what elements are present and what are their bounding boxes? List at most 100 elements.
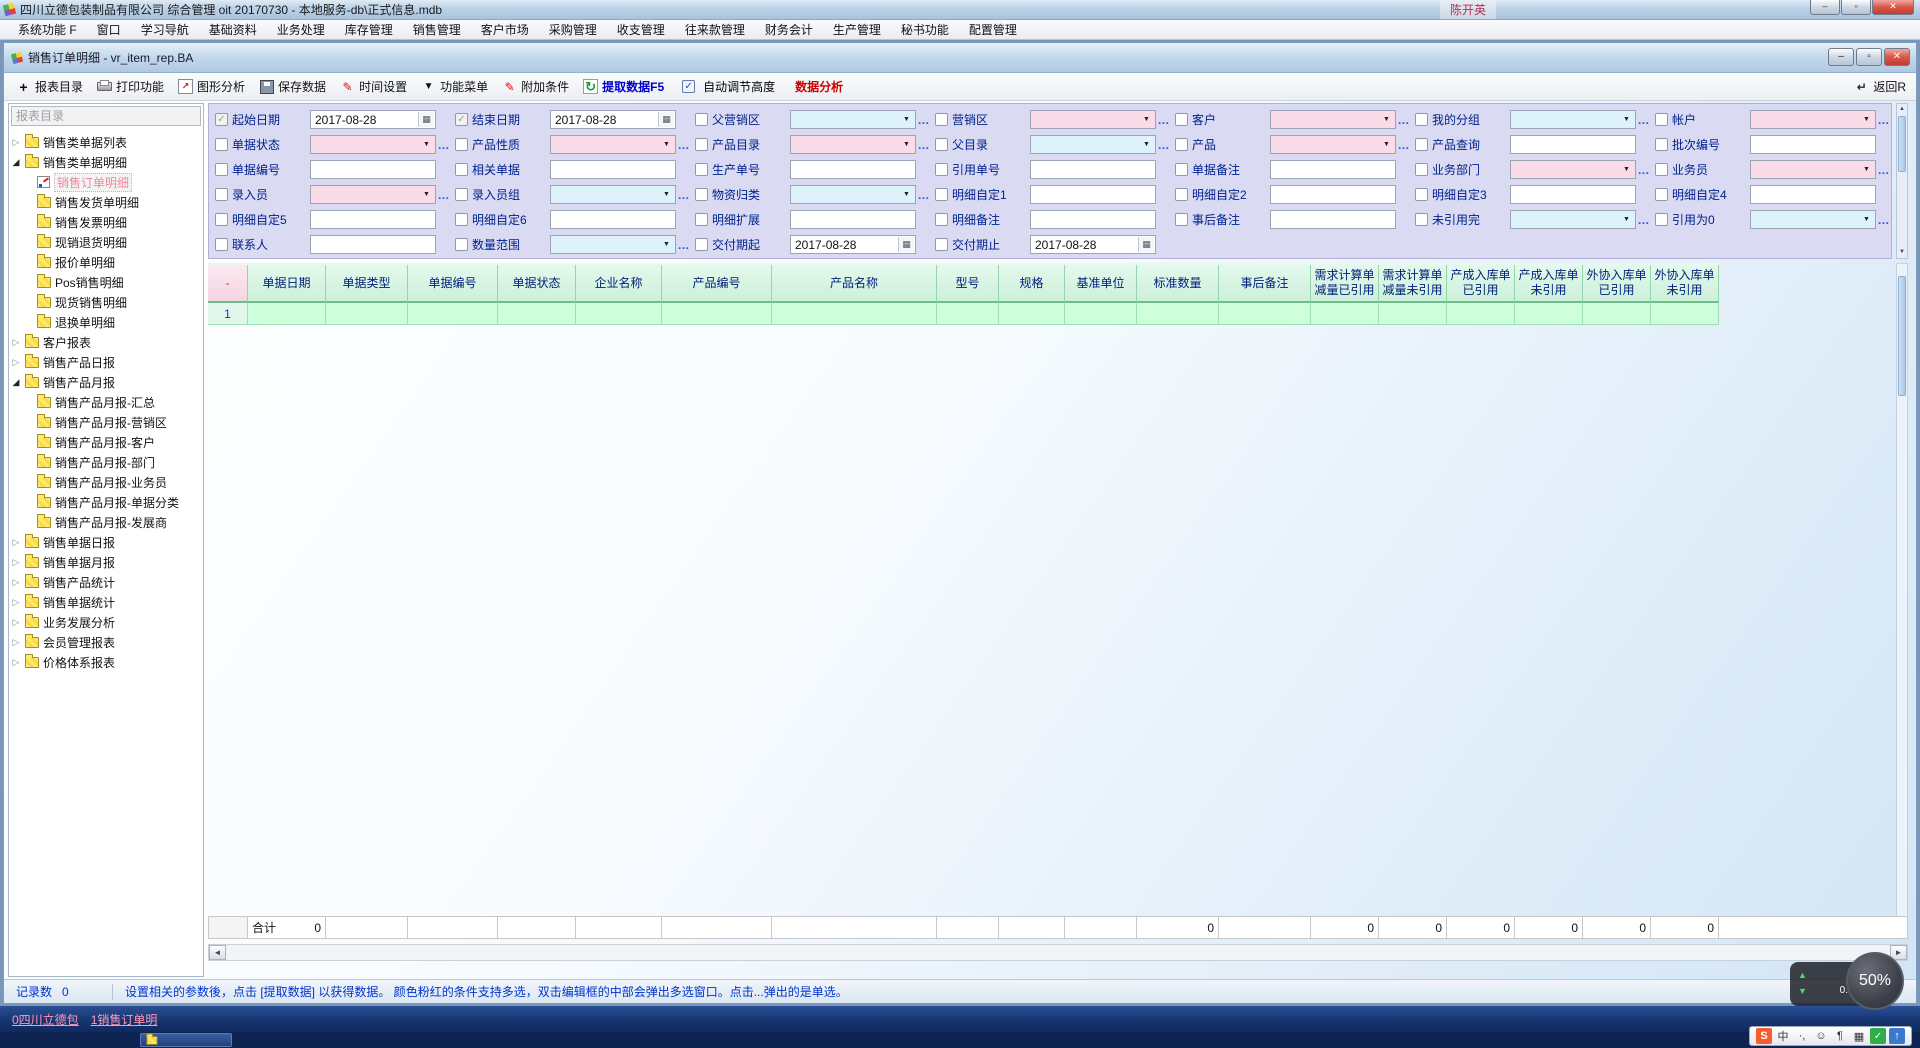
checkbox[interactable] — [695, 238, 708, 251]
text-field[interactable] — [1510, 135, 1636, 154]
column-header[interactable]: 标准数量 — [1137, 265, 1219, 303]
multiselect-dots-button[interactable]: … — [676, 238, 692, 252]
window-tab[interactable]: 0四川立德包 — [12, 1011, 79, 1028]
expand-icon[interactable]: ▷ — [11, 537, 21, 548]
grid-cell[interactable] — [1583, 303, 1651, 325]
column-header[interactable]: 产成入库单 未引用 — [1515, 265, 1583, 303]
filter-scrollbar[interactable]: ▲ ▼ — [1896, 103, 1908, 259]
menu-item-窗口[interactable]: 窗口 — [87, 19, 131, 40]
tree-node[interactable]: 销售产品月报-部门 — [11, 452, 203, 472]
select-field[interactable]: ▼ — [1510, 210, 1636, 229]
dropdown-arrow-icon[interactable]: ▼ — [1619, 112, 1634, 127]
multiselect-dots-button[interactable]: … — [1636, 113, 1652, 127]
tree-node[interactable]: 销售产品月报-汇总 — [11, 392, 203, 412]
tree-node[interactable]: ▷业务发展分析 — [11, 612, 203, 632]
checkbox[interactable] — [1655, 213, 1668, 226]
grid-cell[interactable] — [498, 303, 576, 325]
tree-node[interactable]: ▷价格体系报表 — [11, 652, 203, 672]
tree-node[interactable]: ◢销售类单据明细 — [11, 152, 203, 172]
multiselect-dots-button[interactable]: … — [1636, 213, 1652, 227]
text-field[interactable] — [790, 210, 916, 229]
checkbox[interactable] — [455, 163, 468, 176]
checkbox[interactable] — [935, 238, 948, 251]
column-header[interactable]: 需求计算单 减量未引用 — [1379, 265, 1447, 303]
grid-cell[interactable] — [1137, 303, 1219, 325]
grid-horizontal-scrollbar[interactable]: ◄ ► — [208, 944, 1908, 961]
date-field[interactable]: 2017-08-28▦ — [1030, 235, 1156, 254]
checkbox[interactable] — [215, 163, 228, 176]
scroll-left-icon[interactable]: ◄ — [209, 945, 226, 960]
select-field[interactable]: ▼ — [310, 135, 436, 154]
text-field[interactable] — [550, 160, 676, 179]
menu-item-财务会计[interactable]: 财务会计 — [755, 19, 823, 40]
dropdown-arrow-icon[interactable]: ▼ — [659, 187, 674, 202]
dropdown-arrow-icon[interactable]: ▼ — [1859, 112, 1874, 127]
tree-node[interactable]: Pos销售明细 — [11, 272, 203, 292]
dropdown-arrow-icon[interactable]: ▼ — [899, 112, 914, 127]
emoji-icon[interactable]: ☺ — [1813, 1028, 1829, 1044]
menu-item-业务处理[interactable]: 业务处理 — [267, 19, 335, 40]
checkbox[interactable] — [1175, 163, 1188, 176]
select-field[interactable]: ▼ — [550, 235, 676, 254]
checkbox-checked[interactable]: ✓ — [455, 113, 468, 126]
select-field[interactable]: ▼ — [790, 185, 916, 204]
column-header[interactable]: 单据状态 — [498, 265, 576, 303]
checkbox[interactable] — [1415, 113, 1428, 126]
multiselect-dots-button[interactable]: … — [1876, 163, 1892, 177]
expand-icon[interactable]: ▷ — [11, 137, 21, 148]
collapse-icon[interactable]: ◢ — [11, 377, 21, 388]
menu-item-基础资料[interactable]: 基础资料 — [199, 19, 267, 40]
text-field[interactable] — [1750, 135, 1876, 154]
multiselect-dots-button[interactable]: … — [676, 188, 692, 202]
column-header[interactable]: 需求计算单 减量已引用 — [1311, 265, 1379, 303]
auto-height-toggle[interactable]: ✓自动调节高度 — [672, 75, 783, 98]
dropdown-arrow-icon[interactable]: ▼ — [659, 237, 674, 252]
checkbox[interactable] — [695, 113, 708, 126]
checkbox[interactable] — [455, 213, 468, 226]
grid-cell[interactable] — [408, 303, 498, 325]
expand-icon[interactable]: ▷ — [11, 597, 21, 608]
tree-node[interactable]: 销售产品月报-客户 — [11, 432, 203, 452]
checkbox[interactable] — [1415, 188, 1428, 201]
column-header[interactable]: 单据日期 — [248, 265, 326, 303]
grid-cell[interactable] — [1219, 303, 1311, 325]
toolbar-report-catalog-button[interactable]: +报表目录 — [10, 75, 89, 98]
checkbox-checked[interactable]: ✓ — [215, 113, 228, 126]
dropdown-arrow-icon[interactable]: ▼ — [1859, 212, 1874, 227]
dropdown-arrow-icon[interactable]: ▼ — [659, 137, 674, 152]
arrow-up-icon[interactable]: ↑ — [1889, 1028, 1905, 1044]
menu-item-库存管理[interactable]: 库存管理 — [335, 19, 403, 40]
grid-cell[interactable] — [1515, 303, 1583, 325]
dropdown-arrow-icon[interactable]: ▼ — [1619, 212, 1634, 227]
text-field[interactable] — [1030, 210, 1156, 229]
checkbox[interactable] — [695, 163, 708, 176]
expand-icon[interactable]: ▷ — [11, 577, 21, 588]
tree-node[interactable]: ▷会员管理报表 — [11, 632, 203, 652]
column-header[interactable]: 规格 — [999, 265, 1065, 303]
select-field[interactable]: ▼ — [790, 110, 916, 129]
multiselect-dots-button[interactable]: … — [916, 113, 932, 127]
tree-node[interactable]: ▷销售单据统计 — [11, 592, 203, 612]
checkbox[interactable] — [1655, 188, 1668, 201]
checkbox[interactable] — [1415, 213, 1428, 226]
select-field[interactable]: ▼ — [790, 135, 916, 154]
dropdown-arrow-icon[interactable]: ▼ — [419, 137, 434, 152]
calendar-icon[interactable]: ▦ — [898, 237, 914, 252]
select-field[interactable]: ▼ — [1030, 110, 1156, 129]
date-field[interactable]: 2017-08-28▦ — [310, 110, 436, 129]
text-field[interactable] — [1510, 185, 1636, 204]
checkbox[interactable] — [935, 188, 948, 201]
grid-cell[interactable] — [999, 303, 1065, 325]
menu-item-秘书功能[interactable]: 秘书功能 — [891, 19, 959, 40]
speed-ball[interactable]: 50% — [1846, 952, 1904, 1010]
checkbox[interactable] — [215, 213, 228, 226]
column-header[interactable]: 产成入库单 已引用 — [1447, 265, 1515, 303]
checkbox[interactable] — [1175, 188, 1188, 201]
toolbar-fetch-data-button[interactable]: ↻提取数据F5 — [577, 75, 670, 98]
column-header[interactable]: 外协入库单 已引用 — [1583, 265, 1651, 303]
taskbar-window-button[interactable] — [140, 1033, 232, 1047]
date-field[interactable]: 2017-08-28▦ — [790, 235, 916, 254]
select-field[interactable]: ▼ — [1510, 110, 1636, 129]
checkbox[interactable] — [1175, 113, 1188, 126]
expand-icon[interactable]: ▷ — [11, 657, 21, 668]
